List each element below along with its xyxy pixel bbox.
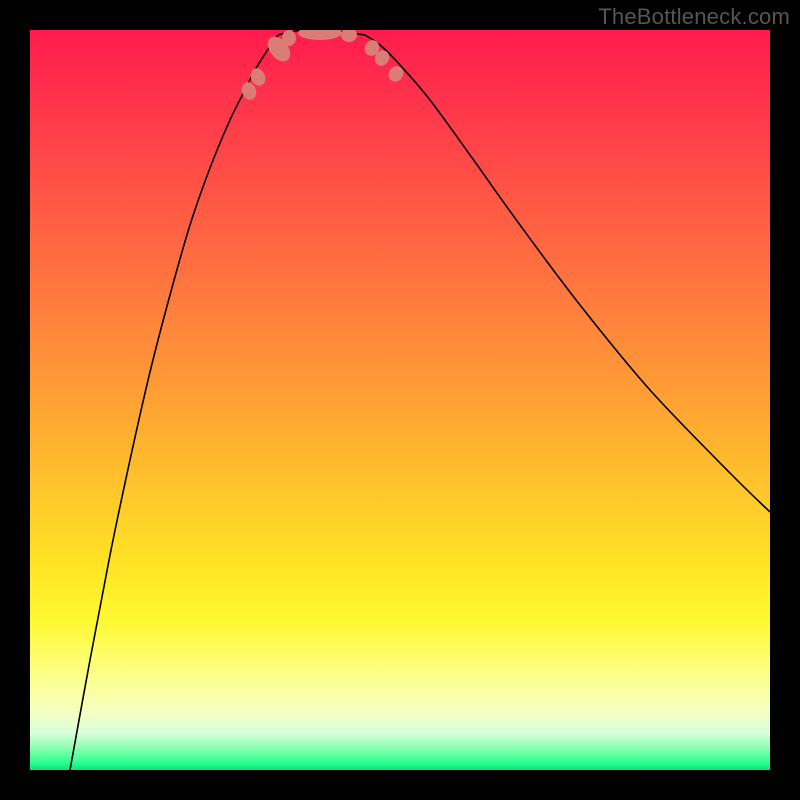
- curve-right-branch: [365, 35, 770, 512]
- plot-area: [30, 30, 770, 770]
- chart-svg: [30, 30, 770, 770]
- watermark-text: TheBottleneck.com: [598, 4, 790, 30]
- data-marker: [282, 30, 296, 46]
- data-marker: [298, 30, 342, 40]
- data-marker: [341, 30, 357, 42]
- curve-left-branch: [70, 35, 278, 770]
- data-marker: [386, 63, 407, 84]
- chart-frame: TheBottleneck.com: [0, 0, 800, 800]
- valley-markers: [239, 30, 406, 102]
